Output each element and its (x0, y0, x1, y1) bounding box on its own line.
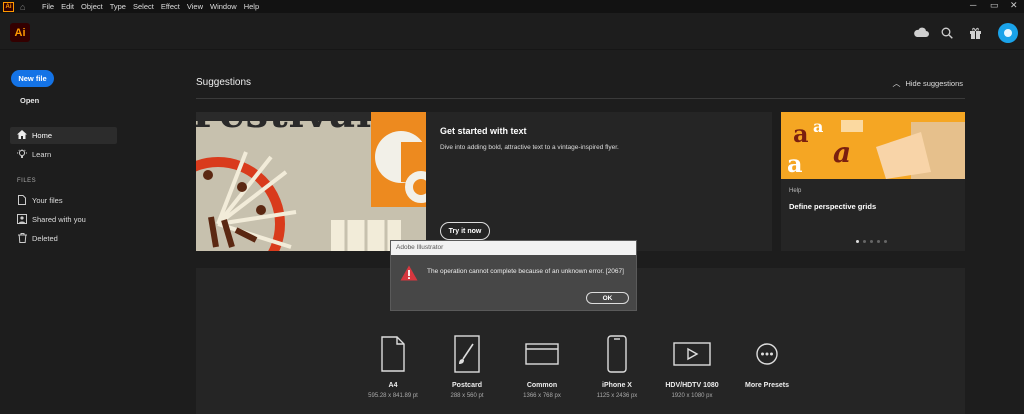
video-icon (652, 334, 732, 374)
new-file-button[interactable]: New file (11, 70, 54, 87)
sidebar-item-shared[interactable]: Shared with you (10, 211, 117, 228)
suggestion-card-text[interactable]: Festival Get started with text Dive into… (196, 112, 772, 251)
card-category: Help (789, 188, 802, 194)
card-title: Define perspective grids (789, 202, 877, 211)
cloud-icon[interactable] (913, 27, 929, 41)
svg-text:a: a (793, 119, 809, 148)
warning-icon (400, 265, 418, 286)
preset-size: 1366 x 768 px (523, 393, 561, 399)
sidebar-item-your-files[interactable]: Your files (10, 192, 117, 209)
files-heading: FILES (17, 178, 37, 184)
carousel-dot[interactable] (877, 240, 880, 243)
preset-size: 1920 x 1080 px (671, 393, 713, 399)
sidebar-item-label: Learn (32, 150, 52, 159)
svg-text:a: a (833, 136, 851, 169)
browser-icon (502, 334, 582, 374)
sidebar-item-deleted[interactable]: Deleted (10, 230, 117, 247)
preset-name: Postcard (452, 382, 482, 389)
sidebar-item-label: Shared with you (32, 215, 86, 224)
phone-icon (577, 334, 657, 374)
main-content: Suggestions ︿ Hide suggestions Festival … (170, 50, 1024, 414)
divider (196, 98, 965, 99)
document-icon (353, 334, 433, 374)
preset-name: Common (526, 382, 558, 389)
carousel-dot[interactable] (863, 240, 866, 243)
hide-suggestions-button[interactable]: ︿ Hide suggestions (892, 78, 963, 89)
menu-help[interactable]: Help (244, 2, 259, 11)
card-title: Get started with text (440, 126, 527, 136)
preset-size: 595.28 x 841.89 pt (368, 393, 418, 399)
menu-view[interactable]: View (187, 2, 203, 11)
suggestion-card-perspective[interactable]: a a a a Help Define perspective grids (781, 112, 965, 251)
perspective-grids-image: a a a a (781, 112, 965, 179)
error-dialog: Adobe Illustrator The operation cannot c… (390, 240, 637, 311)
try-it-now-button[interactable]: Try it now (440, 222, 490, 240)
open-button[interactable]: Open (20, 96, 39, 105)
dialog-title: Adobe Illustrator (391, 241, 636, 255)
preset-name: HDV/HDTV 1080 (665, 382, 719, 389)
file-icon (17, 194, 27, 207)
search-icon[interactable] (941, 27, 953, 42)
brush-icon (427, 334, 507, 374)
card-description: Dive into adding bold, attractive text t… (440, 144, 619, 151)
carousel-dots (856, 240, 887, 243)
suggestions-title: Suggestions (196, 77, 252, 88)
ok-button[interactable]: OK (586, 292, 629, 304)
svg-text:a: a (813, 117, 823, 136)
preset-size: 288 x 560 pt (450, 393, 484, 399)
sidebar-item-learn[interactable]: Learn (10, 146, 117, 163)
menu-effect[interactable]: Effect (161, 2, 180, 11)
sidebar-item-label: Deleted (32, 234, 58, 243)
preset-name: More Presets (745, 382, 789, 389)
carousel-dot[interactable] (870, 240, 873, 243)
preset-name: iPhone X (602, 382, 632, 389)
sidebar: New file Open Home Learn FILES Your file… (0, 50, 170, 414)
menu-window[interactable]: Window (210, 2, 237, 11)
gift-icon[interactable] (969, 27, 982, 42)
menu-file[interactable]: File (42, 2, 54, 11)
festival-art-text: Festival (196, 112, 373, 137)
menu-bar: Ai ⌂ File Edit Object Type Select Effect… (0, 0, 1024, 13)
app-header: Ai (0, 13, 1024, 50)
restore-icon[interactable]: ▭ (990, 0, 999, 11)
hide-suggestions-label: Hide suggestions (905, 79, 963, 88)
preset-size: 1125 x 2436 px (596, 393, 638, 399)
bulb-icon (17, 148, 27, 161)
minimize-icon[interactable]: ─ (970, 0, 976, 10)
menu-select[interactable]: Select (133, 2, 154, 11)
menu-edit[interactable]: Edit (61, 2, 74, 11)
sidebar-item-home[interactable]: Home (10, 127, 117, 144)
trash-icon (17, 232, 27, 245)
home-mini-icon[interactable]: ⌂ (20, 2, 30, 12)
sidebar-item-label: Home (32, 131, 53, 140)
svg-text:a: a (787, 149, 803, 178)
avatar[interactable] (998, 23, 1018, 43)
preset-name: A4 (388, 382, 398, 389)
chevron-up-icon: ︿ (892, 79, 901, 88)
home-icon (17, 130, 27, 141)
illustrator-logo: Ai (10, 23, 30, 42)
festival-flyer-image: Festival (196, 112, 426, 251)
sidebar-item-label: Your files (32, 196, 63, 205)
menu-object[interactable]: Object (81, 2, 103, 11)
close-icon[interactable]: ✕ (1010, 0, 1018, 11)
shared-icon (17, 213, 27, 226)
dialog-message: The operation cannot complete because of… (427, 268, 624, 275)
carousel-dot[interactable] (856, 240, 859, 243)
app-icon: Ai (3, 1, 14, 12)
carousel-dot[interactable] (884, 240, 887, 243)
menu-type[interactable]: Type (110, 2, 126, 11)
more-icon (727, 334, 807, 374)
